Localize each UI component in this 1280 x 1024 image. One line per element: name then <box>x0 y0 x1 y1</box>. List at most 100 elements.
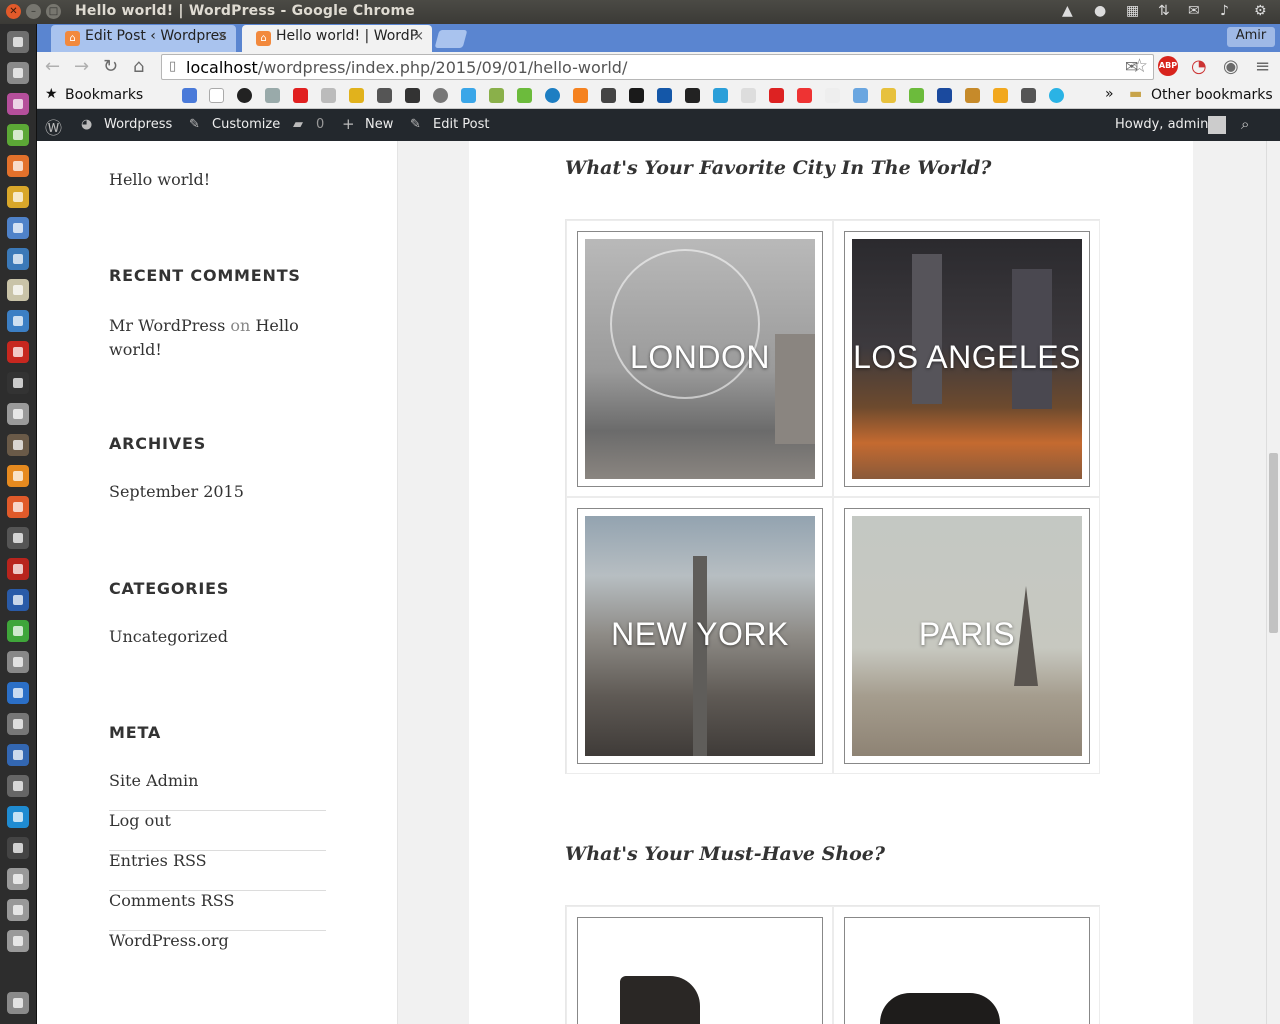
bookmark-icon[interactable] <box>237 88 252 103</box>
meta-log-out-link[interactable]: Log out <box>109 811 326 851</box>
profile-button[interactable]: Amir <box>1227 27 1275 47</box>
workspaces-tray-icon[interactable]: ▦ <box>1126 3 1139 19</box>
close-window-icon[interactable]: ✕ <box>6 4 21 19</box>
settings-gear-icon[interactable]: ⚙ <box>1254 3 1267 19</box>
reddit-bookmark-icon[interactable] <box>741 88 756 103</box>
bookmark-icon[interactable] <box>629 88 644 103</box>
bookmark-icon[interactable] <box>965 88 980 103</box>
bookmark-icon[interactable] <box>601 88 616 103</box>
category-link[interactable]: Uncategorized <box>109 627 228 646</box>
archive-link[interactable]: September 2015 <box>109 482 244 501</box>
bookmark-icon[interactable] <box>265 88 280 103</box>
bookmarks-overflow[interactable]: » <box>1105 86 1114 102</box>
adblock-icon[interactable]: ABP <box>1158 56 1178 76</box>
launcher-drive-icon[interactable] <box>7 899 29 921</box>
poll-option-shoe[interactable] <box>566 906 833 1024</box>
launcher-app-icon[interactable] <box>7 620 29 642</box>
launcher-vlc-icon[interactable] <box>7 465 29 487</box>
bookmark-icon[interactable] <box>321 88 336 103</box>
dropbox-tray-icon[interactable]: ▲ <box>1062 3 1073 19</box>
launcher-text-editor-icon[interactable] <box>7 279 29 301</box>
amazon-bookmark-icon[interactable] <box>209 88 224 103</box>
chrome-menu-icon[interactable]: ≡ <box>1255 57 1270 77</box>
launcher-app-icon[interactable] <box>7 589 29 611</box>
tab-edit-post[interactable]: ⌂ Edit Post ‹ Wordpres × <box>51 25 236 52</box>
meta-entries-rss-link[interactable]: Entries RSS <box>109 851 326 891</box>
poll-option-paris[interactable]: PARIS <box>833 497 1100 774</box>
address-bar[interactable]: ▯ localhost/wordpress/index.php/2015/09/… <box>161 54 1154 80</box>
launcher-app-icon[interactable] <box>7 93 29 115</box>
comment-bubble-icon[interactable]: ▰ <box>293 117 303 132</box>
meta-site-admin-link[interactable]: Site Admin <box>109 771 326 811</box>
launcher-files-icon[interactable] <box>7 62 29 84</box>
tab-hello-world[interactable]: ⌂ Hello world! | WordP × <box>242 25 432 52</box>
bookmark-icon[interactable] <box>405 88 420 103</box>
bookmark-icon[interactable] <box>713 88 728 103</box>
launcher-app-icon[interactable] <box>7 527 29 549</box>
bookmark-icon[interactable] <box>1021 88 1036 103</box>
bookmark-icon[interactable] <box>573 88 588 103</box>
imdb-bookmark-icon[interactable] <box>349 88 364 103</box>
volume-tray-icon[interactable]: ♪ <box>1220 3 1229 19</box>
minimize-window-icon[interactable]: – <box>26 4 41 19</box>
bookmark-icon[interactable] <box>909 88 924 103</box>
recent-post-link[interactable]: Hello world! <box>109 170 210 189</box>
launcher-app-icon[interactable] <box>7 434 29 456</box>
launcher-firefox-icon[interactable] <box>7 155 29 177</box>
launcher-calculator-icon[interactable] <box>7 651 29 673</box>
launcher-app-icon[interactable] <box>7 248 29 270</box>
scrollbar-thumb[interactable] <box>1269 453 1278 633</box>
network-tray-icon[interactable]: ⇅ <box>1158 3 1170 19</box>
admin-bar-site[interactable]: Wordpress <box>104 117 172 132</box>
tab-close-icon[interactable]: × <box>217 29 228 44</box>
comment-count[interactable]: 0 <box>316 117 324 132</box>
launcher-chrome-icon[interactable] <box>7 186 29 208</box>
admin-bar-howdy[interactable]: Howdy, admin <box>1115 117 1208 132</box>
launcher-app-icon[interactable] <box>7 682 29 704</box>
poll-option-los-angeles[interactable]: LOS ANGELES <box>833 220 1100 497</box>
launcher-trash-icon[interactable] <box>7 992 29 1014</box>
reload-icon[interactable]: ↻ <box>103 57 118 77</box>
launcher-app-icon[interactable] <box>7 837 29 859</box>
wordpress-logo-icon[interactable]: Ⓦ <box>45 114 62 139</box>
meta-comments-rss-link[interactable]: Comments RSS <box>109 891 326 931</box>
comment-author-link[interactable]: Mr WordPress <box>109 316 225 335</box>
bookmark-icon[interactable] <box>517 88 532 103</box>
launcher-app-icon[interactable] <box>7 744 29 766</box>
launcher-app-icon[interactable] <box>7 217 29 239</box>
bookmark-icon[interactable] <box>657 88 672 103</box>
home-icon[interactable]: ⌂ <box>133 57 144 77</box>
launcher-app-icon[interactable] <box>7 124 29 146</box>
launcher-filezilla-icon[interactable] <box>7 558 29 580</box>
admin-bar-new[interactable]: New <box>365 117 393 132</box>
mail-checker-icon[interactable]: ✉ <box>1125 57 1138 77</box>
launcher-app-icon[interactable] <box>7 403 29 425</box>
bookmark-icon[interactable] <box>797 88 812 103</box>
maximize-window-icon[interactable]: □ <box>46 4 61 19</box>
mail-tray-icon[interactable]: ✉ <box>1188 3 1200 19</box>
launcher-dash-icon[interactable] <box>7 31 29 53</box>
meta-wordpress-org-link[interactable]: WordPress.org <box>109 931 326 971</box>
new-tab-button[interactable] <box>434 30 468 48</box>
launcher-clock-icon[interactable] <box>7 713 29 735</box>
launcher-pdf-icon[interactable] <box>7 341 29 363</box>
poll-option-london[interactable]: LONDON <box>566 220 833 497</box>
launcher-app-icon[interactable] <box>7 775 29 797</box>
back-arrow-icon[interactable]: ← <box>45 57 60 77</box>
bookmark-icon[interactable] <box>489 88 504 103</box>
forward-arrow-icon[interactable]: → <box>74 57 89 77</box>
twitter-bookmark-icon[interactable] <box>461 88 476 103</box>
poll-option-shoe[interactable] <box>833 906 1100 1024</box>
page-scrollbar[interactable] <box>1266 141 1280 1024</box>
youtube-bookmark-icon[interactable] <box>293 88 308 103</box>
bookmark-icon[interactable] <box>853 88 868 103</box>
bookmark-icon[interactable] <box>1049 88 1064 103</box>
launcher-terminal-icon[interactable] <box>7 372 29 394</box>
launcher-skype-icon[interactable] <box>7 806 29 828</box>
extension-icon[interactable]: ◔ <box>1191 57 1207 77</box>
phpmyadmin-bookmark-icon[interactable] <box>993 88 1008 103</box>
bookmark-icon[interactable] <box>377 88 392 103</box>
launcher-drive-icon[interactable] <box>7 930 29 952</box>
bookmark-icon[interactable] <box>769 88 784 103</box>
chat-tray-icon[interactable]: ● <box>1094 3 1106 19</box>
